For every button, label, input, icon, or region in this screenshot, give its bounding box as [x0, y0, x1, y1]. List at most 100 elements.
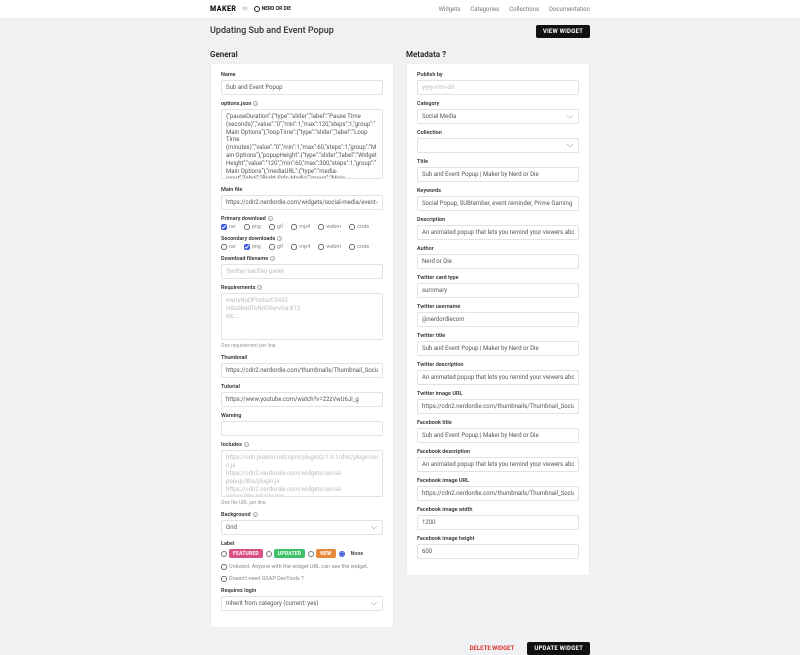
tutorial-input[interactable] [221, 392, 383, 407]
title-label: Title [417, 159, 579, 165]
tutorial-label: Tutorial [221, 384, 383, 390]
secondary-webm[interactable] [318, 244, 324, 250]
label-featured-radio[interactable] [221, 551, 227, 557]
chip-new: NEW [316, 549, 335, 558]
help-icon[interactable]: ? [253, 512, 258, 517]
view-widget-button[interactable]: VIEW WIDGET [536, 25, 590, 38]
metadata-column: Metadata ? Publish by Category Social Me… [406, 44, 590, 576]
metadata-card: Publish by Category Social Media Collect… [406, 63, 590, 576]
requirements-textarea[interactable]: ownsNoDProduct:3452 isSubbedToNoDService… [221, 293, 383, 340]
label-updated-radio[interactable] [266, 551, 272, 557]
nogsap-checkbox[interactable] [221, 576, 227, 582]
secondary-dl-row: rar png gif mp4 webm code [221, 244, 383, 250]
nav-categories[interactable]: Categories [470, 6, 499, 13]
nogsap-label: Doesn't need GSAP DevTools ? [229, 576, 304, 582]
twcard-label: Twitter card type [417, 275, 579, 281]
fbtitle-input[interactable] [417, 428, 579, 443]
brand[interactable]: MAKER by NERD OR DIE [210, 5, 291, 13]
twimg-input[interactable] [417, 399, 579, 414]
general-column: General Name options.json? {"pauseDurati… [210, 44, 394, 628]
reqlogin-label: Requires login [221, 588, 383, 594]
primary-code[interactable] [349, 224, 355, 230]
primary-dl-row: rar png gif mp4 webm code [221, 224, 383, 230]
secondary-mp4[interactable] [291, 244, 297, 250]
thumbnail-input[interactable] [221, 363, 383, 378]
help-icon[interactable]: ? [253, 101, 258, 106]
help-icon[interactable]: ? [244, 442, 249, 447]
keywords-label: Keywords [417, 188, 579, 194]
label-label: Label [221, 541, 383, 547]
filename-label: Download filename? [221, 256, 383, 262]
twtitle-input[interactable] [417, 341, 579, 356]
help-icon[interactable]: ? [301, 576, 304, 582]
fbh-input[interactable] [417, 544, 579, 559]
general-card: Name options.json? {"pauseDuration":{"ty… [210, 63, 394, 628]
twcard-input[interactable] [417, 283, 579, 298]
primary-rar[interactable] [221, 224, 227, 230]
warning-label: Warning [221, 413, 383, 419]
fbtitle-label: Facebook title [417, 420, 579, 426]
background-select[interactable]: Grid [221, 520, 383, 535]
fbimg-label: Facebook image URL [417, 478, 579, 484]
unlisted-label: Unlisted. Anyone with the widget URL can… [229, 564, 368, 570]
author-label: Author [417, 246, 579, 252]
primary-png[interactable] [244, 224, 250, 230]
brand-by: by [242, 6, 247, 12]
label-new-radio[interactable] [308, 551, 314, 557]
secondary-code[interactable] [349, 244, 355, 250]
publish-input[interactable] [417, 80, 579, 95]
top-bar: MAKER by NERD OR DIE Widgets Categories … [0, 0, 800, 18]
chip-none: None [347, 549, 368, 558]
secondary-gif[interactable] [269, 244, 275, 250]
thumbnail-label: Thumbnail [221, 355, 383, 361]
primary-gif[interactable] [269, 224, 275, 230]
primary-mp4[interactable] [291, 224, 297, 230]
mainfile-label: Main file [221, 187, 383, 193]
includes-textarea[interactable]: https://cdn.jsdelivr.net/npm/pluginQ/1.9… [221, 450, 383, 497]
help-icon[interactable]: ? [442, 50, 446, 59]
fbdesc-input[interactable] [417, 457, 579, 472]
help-icon[interactable]: ? [277, 236, 282, 241]
name-label: Name [221, 72, 383, 78]
description-input[interactable] [417, 225, 579, 240]
footer-actions: DELETE WIDGET UPDATE WIDGET [0, 638, 800, 655]
collection-select[interactable] [417, 138, 579, 153]
keywords-input[interactable] [417, 196, 579, 211]
twdesc-label: Twitter description [417, 362, 579, 368]
secondary-png[interactable] [244, 244, 250, 250]
secondary-rar[interactable] [221, 244, 227, 250]
update-widget-button[interactable]: UPDATE WIDGET [527, 642, 590, 655]
mainfile-input[interactable] [221, 195, 383, 210]
twuser-input[interactable] [417, 312, 579, 327]
options-textarea[interactable]: {"pauseDuration":{"type":"slider","label… [221, 109, 383, 179]
requirements-help: One requirement per line. [221, 343, 383, 349]
brand-maker: MAKER [210, 5, 236, 13]
delete-widget-button[interactable]: DELETE WIDGET [463, 642, 522, 655]
chip-featured: FEATURED [229, 549, 263, 558]
help-icon[interactable]: ? [270, 256, 275, 261]
warning-input[interactable] [221, 421, 383, 436]
help-icon[interactable]: ? [257, 285, 262, 290]
requirements-label: Requirements? [221, 285, 383, 291]
name-input[interactable] [221, 80, 383, 95]
nav-documentation[interactable]: Documentation [549, 6, 590, 13]
filename-input[interactable] [221, 264, 383, 279]
label-none-radio[interactable] [339, 551, 345, 557]
twdesc-input[interactable] [417, 370, 579, 385]
metadata-heading: Metadata ? [406, 50, 590, 59]
category-select[interactable]: Social Media [417, 109, 579, 124]
nav-collections[interactable]: Collections [509, 6, 539, 13]
title-input[interactable] [417, 167, 579, 182]
description-label: Description [417, 217, 579, 223]
unlisted-checkbox[interactable] [221, 564, 227, 570]
help-icon[interactable]: ? [268, 216, 273, 221]
chip-updated: UPDATED [274, 549, 305, 558]
author-input[interactable] [417, 254, 579, 269]
fbimg-input[interactable] [417, 486, 579, 501]
nav-widgets[interactable]: Widgets [439, 6, 461, 13]
general-heading: General [210, 50, 394, 59]
twtitle-label: Twitter title [417, 333, 579, 339]
fbw-input[interactable] [417, 515, 579, 530]
reqlogin-select[interactable]: Inherit from category (current: yes) [221, 596, 383, 611]
primary-webm[interactable] [318, 224, 324, 230]
